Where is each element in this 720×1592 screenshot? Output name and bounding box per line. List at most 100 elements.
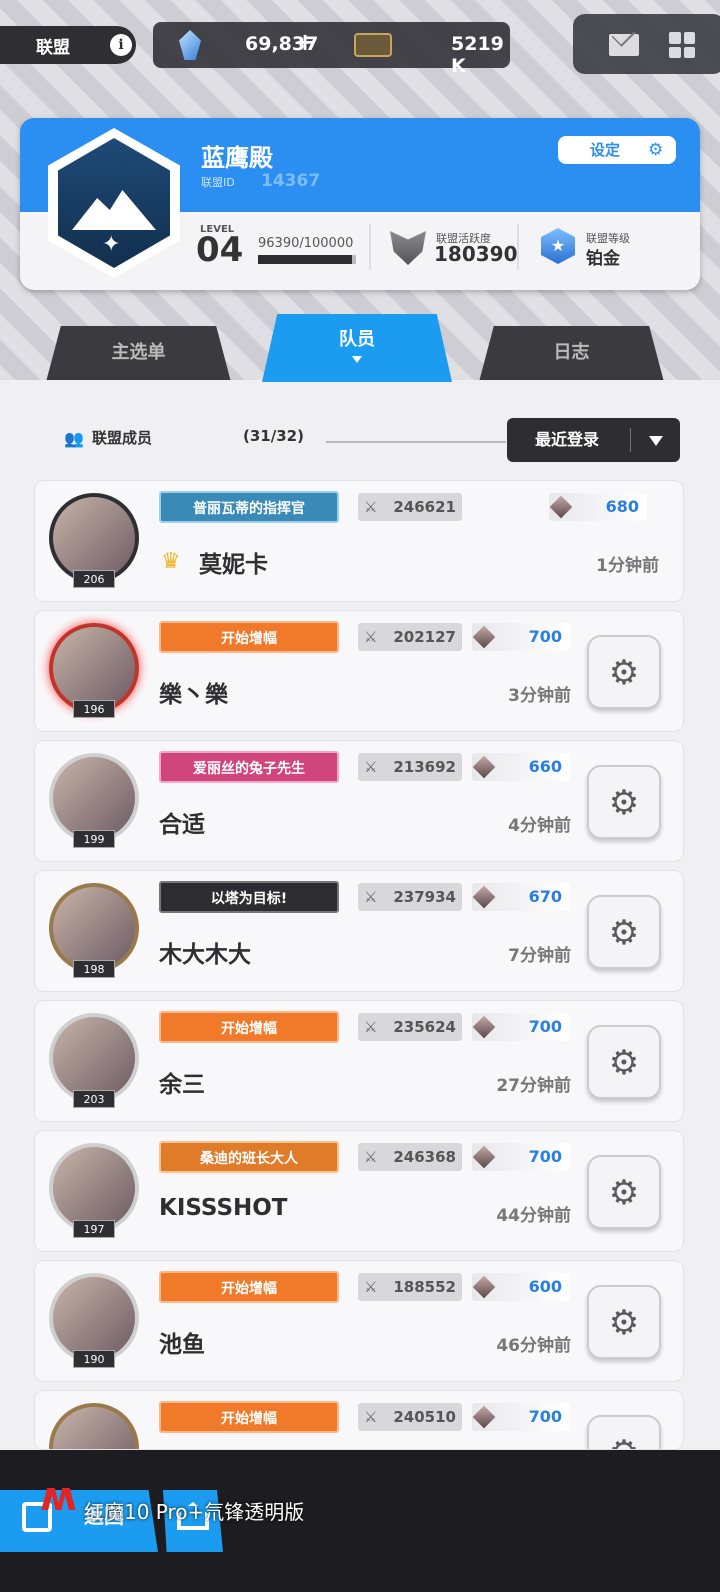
member-title-badge: 桑迪的班长大人: [159, 1141, 339, 1173]
member-power: ⚔ 246621: [358, 493, 462, 521]
chevron-down-icon: [649, 436, 663, 446]
member-title-badge: 开始增幅: [159, 1401, 339, 1433]
currency-bar: 69,837 + 5219 K: [153, 22, 510, 77]
member-contribution: 700: [472, 623, 570, 651]
menu-grid-icon[interactable]: [669, 32, 695, 58]
member-manage-button[interactable]: ⚙: [587, 635, 661, 709]
member-level-badge: 206: [73, 570, 115, 588]
member-contribution: 660: [472, 753, 570, 781]
member-manage-button[interactable]: ⚙: [587, 1025, 661, 1099]
rank-star-icon: ★: [541, 228, 575, 264]
shield-icon: [390, 231, 426, 265]
ticket-icon: [354, 33, 392, 57]
member-contribution: 700: [472, 1143, 570, 1171]
gear-icon: ⚙: [608, 1173, 640, 1213]
settings-label: 设定: [590, 141, 621, 159]
member-level-badge: 197: [73, 1220, 115, 1238]
member-contribution: 700: [472, 1013, 570, 1041]
gear-icon: ⚙: [608, 653, 640, 693]
tab-log[interactable]: 日志: [479, 326, 664, 382]
member-name: 余三: [159, 1072, 205, 1098]
contribution-value: 660: [528, 757, 562, 776]
member-level-badge: 190: [73, 1350, 115, 1368]
member-power: ⚔ 240510: [358, 1403, 462, 1431]
diamond-icon: [472, 755, 496, 779]
diamond-icon: [472, 885, 496, 909]
tab-label: 队员: [339, 329, 375, 350]
member-power: ⚔ 246368: [358, 1143, 462, 1171]
member-name: 木大木大: [159, 942, 251, 968]
alliance-info-card: ✦ 蓝鹰殿 联盟ID 14367 设定 ⚙ LEVEL 04 96390/100…: [20, 118, 700, 290]
divider: [517, 224, 519, 270]
tab-members[interactable]: 队员: [262, 314, 452, 382]
crossed-swords-icon: ⚔: [364, 758, 378, 776]
member-name: KISSSHOT: [159, 1195, 288, 1221]
diamond-icon: [472, 625, 496, 649]
member-last-login: 27分钟前: [496, 1076, 571, 1096]
power-value: 213692: [393, 758, 456, 776]
alliance-id: 14367: [261, 171, 321, 191]
member-row[interactable]: 190 开始增幅 ⚔ 188552 600 池鱼 46分钟前 ⚙: [34, 1260, 684, 1382]
crossed-swords-icon: ⚔: [364, 1148, 378, 1166]
member-row[interactable]: 197 桑迪的班长大人 ⚔ 246368 700 KISSSHOT 44分钟前 ⚙: [34, 1130, 684, 1252]
activity-value: 180390: [434, 242, 518, 266]
tab-main-menu[interactable]: 主选单: [46, 326, 231, 382]
device-logo-icon: ʍ: [40, 1474, 77, 1520]
member-name: 莫妮卡: [199, 552, 268, 578]
mail-icon[interactable]: [609, 34, 639, 56]
diamond-icon: [472, 1145, 496, 1169]
member-power: ⚔ 202127: [358, 623, 462, 651]
diamond-icon: [472, 1015, 496, 1039]
member-name: 池鱼: [159, 1332, 205, 1358]
member-row[interactable]: 206 普丽瓦蒂的指挥官 ⚔ 246621 680 ♛ 莫妮卡 1分钟前: [34, 480, 684, 602]
members-icon: 👥: [64, 429, 84, 448]
member-manage-button[interactable]: ⚙: [587, 1285, 661, 1359]
diamond-icon: [472, 1405, 496, 1429]
member-last-login: 7分钟前: [508, 946, 571, 966]
chevron-down-icon: [352, 356, 362, 363]
gear-icon: ⚙: [608, 783, 640, 823]
settings-button[interactable]: 设定 ⚙: [558, 136, 676, 164]
contribution-value: 600: [528, 1277, 562, 1296]
add-gems-button[interactable]: +: [295, 28, 315, 56]
members-label: 联盟成员: [92, 429, 153, 447]
crossed-swords-icon: ⚔: [364, 628, 378, 646]
member-row[interactable]: 198 以塔为目标! ⚔ 237934 670 木大木大 7分钟前 ⚙: [34, 870, 684, 992]
member-title-badge: 普丽瓦蒂的指挥官: [159, 491, 339, 523]
member-row[interactable]: 203 开始增幅 ⚔ 235624 700 余三 27分钟前 ⚙: [34, 1000, 684, 1122]
contribution-value: 680: [605, 497, 639, 516]
rank-value: 铂金: [586, 249, 620, 269]
member-name: 樂丶樂: [159, 682, 228, 708]
sort-dropdown[interactable]: 最近登录: [507, 418, 680, 462]
member-manage-button[interactable]: ⚙: [587, 1415, 661, 1449]
member-manage-button[interactable]: ⚙: [587, 765, 661, 839]
member-contribution: 680: [549, 493, 647, 521]
member-last-login: 46分钟前: [496, 1336, 571, 1356]
member-row[interactable]: 199 爱丽丝的兔子先生 ⚔ 213692 660 合适 4分钟前 ⚙: [34, 740, 684, 862]
alliance-name: 蓝鹰殿: [201, 144, 273, 172]
member-power: ⚔ 237934: [358, 883, 462, 911]
member-title-badge: 以塔为目标!: [159, 881, 339, 913]
exp-progress-bar: [258, 255, 356, 264]
member-avatar[interactable]: [49, 1403, 139, 1449]
member-manage-button[interactable]: ⚙: [587, 1155, 661, 1229]
crossed-swords-icon: ⚔: [364, 498, 378, 516]
power-value: 188552: [393, 1278, 456, 1296]
member-manage-button[interactable]: ⚙: [587, 895, 661, 969]
member-last-login: 44分钟前: [496, 1206, 571, 1226]
member-row[interactable]: 196 开始增幅 ⚔ 202127 700 樂丶樂 3分钟前 ⚙: [34, 610, 684, 732]
gear-icon: ⚙: [608, 913, 640, 953]
member-contribution: 600: [472, 1273, 570, 1301]
member-row[interactable]: 开始增幅 ⚔ 240510 700 ⚙: [34, 1390, 684, 1450]
info-icon[interactable]: i: [110, 34, 132, 56]
member-last-login: 1分钟前: [596, 556, 659, 576]
tab-label: 日志: [553, 342, 590, 363]
alliance-id-label: 联盟ID: [201, 176, 235, 189]
crown-icon: ♛: [161, 549, 181, 574]
crossed-swords-icon: ⚔: [364, 1018, 378, 1036]
gear-icon: ⚙: [608, 1043, 640, 1083]
alliance-label: 联盟: [36, 37, 70, 58]
power-value: 237934: [393, 888, 456, 906]
top-bar: 联盟 i 69,837 + 5219 K: [0, 14, 720, 77]
member-level-badge: 196: [73, 700, 115, 718]
